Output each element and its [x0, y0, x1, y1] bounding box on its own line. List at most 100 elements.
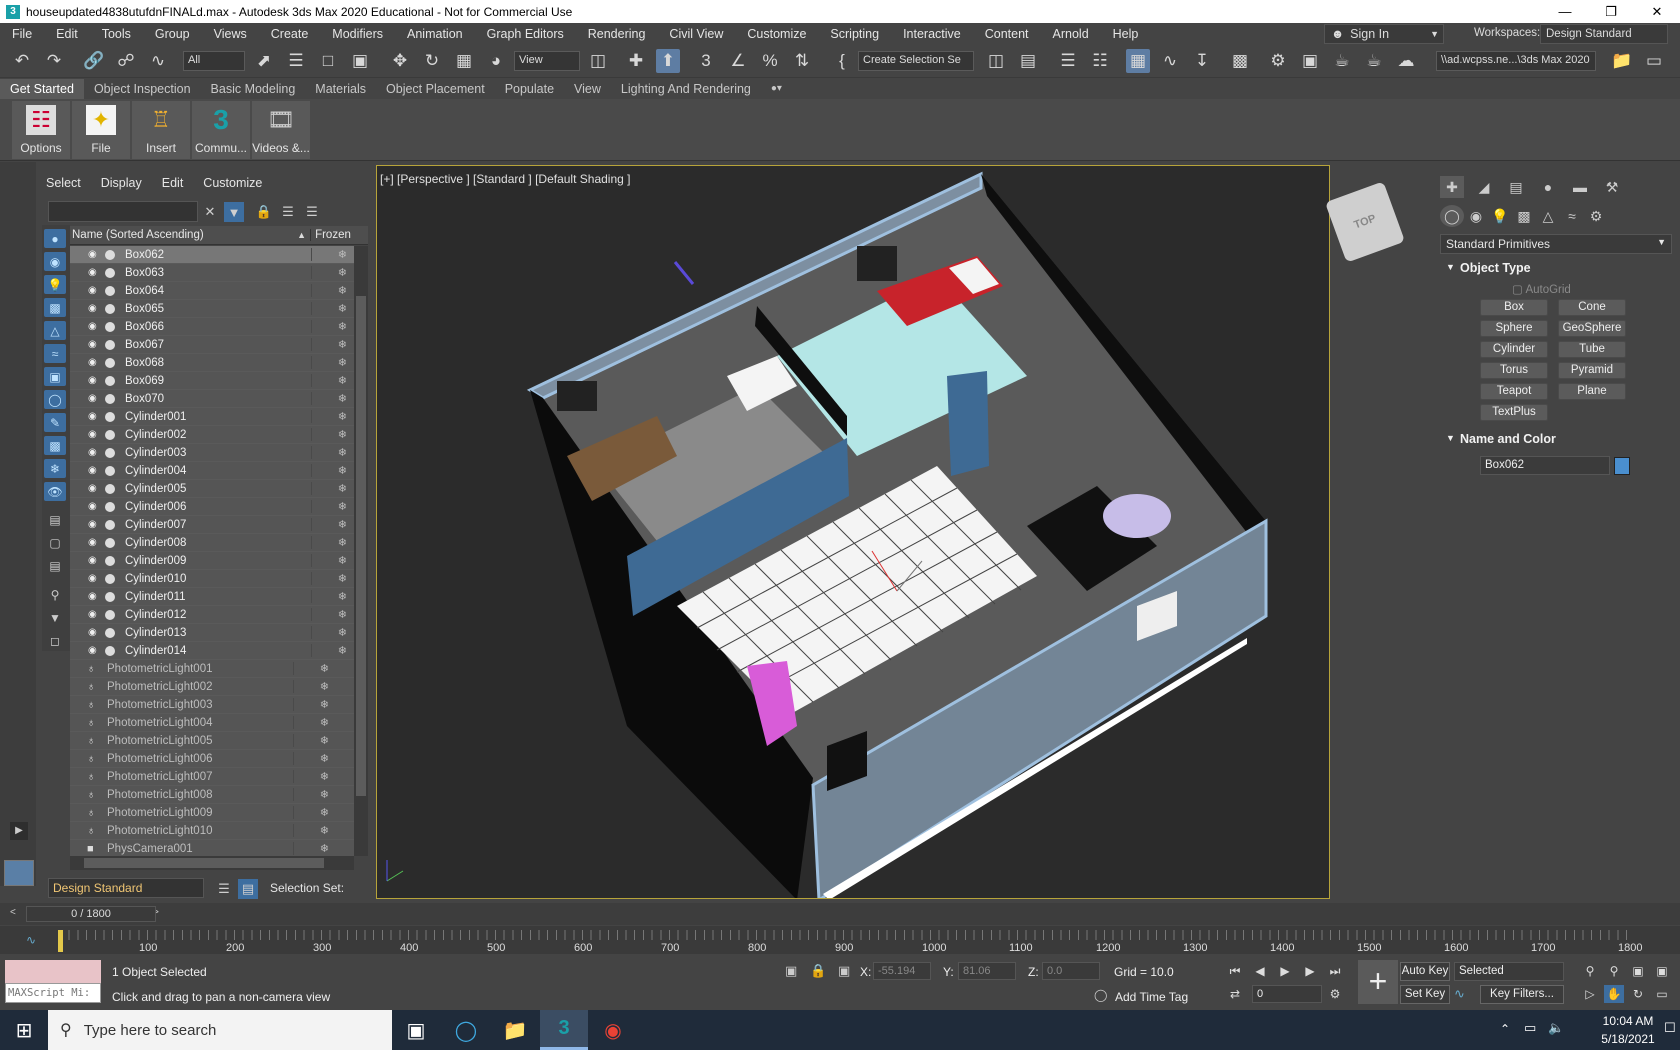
frozen-toggle-icon[interactable]: ❄: [293, 788, 333, 801]
list-item[interactable]: ♁ PhotometricLight006 ❄: [70, 750, 354, 768]
scene-explorer-icon[interactable]: ▤: [238, 879, 258, 899]
taskbar-search-box[interactable]: ⚲ Type here to search: [48, 1010, 392, 1050]
visibility-eye-icon[interactable]: ◉: [88, 627, 102, 638]
menu-animation[interactable]: Animation: [395, 27, 475, 41]
frozen-toggle-icon[interactable]: ❄: [293, 824, 333, 837]
list-item[interactable]: ◉ Cylinder006 ❄: [70, 498, 354, 516]
list-item[interactable]: ♁ PhotometricLight004 ❄: [70, 714, 354, 732]
list-item[interactable]: ◉ Box067 ❄: [70, 336, 354, 354]
filter-hidden-icon[interactable]: 👁: [44, 482, 66, 501]
viewport-layout-icon[interactable]: [4, 860, 34, 886]
zoom-extents-all-icon[interactable]: ▣: [1652, 962, 1672, 980]
frozen-toggle-icon[interactable]: ❄: [311, 572, 351, 585]
visibility-eye-icon[interactable]: ◉: [88, 249, 102, 260]
frozen-toggle-icon[interactable]: ❄: [311, 608, 351, 621]
list-item[interactable]: ♁ PhotometricLight007 ❄: [70, 768, 354, 786]
list-item[interactable]: ♁ PhotometricLight003 ❄: [70, 696, 354, 714]
frozen-toggle-icon[interactable]: ❄: [311, 482, 351, 495]
undo-icon[interactable]: ↶: [10, 49, 34, 73]
x-coordinate-field[interactable]: -55.194: [873, 962, 931, 980]
task-view-icon[interactable]: ▣: [392, 1010, 440, 1050]
spacewarps-category-icon[interactable]: ≈: [1560, 205, 1584, 227]
explorer-menu-customize[interactable]: Customize: [203, 176, 262, 190]
maximize-toggle-icon[interactable]: ▭: [1652, 985, 1672, 1003]
tray-overflow-icon[interactable]: ⌃: [1500, 1022, 1510, 1036]
frozen-toggle-icon[interactable]: ❄: [311, 446, 351, 459]
menu-modifiers[interactable]: Modifiers: [320, 27, 395, 41]
bind-space-warp-icon[interactable]: ∿: [146, 49, 170, 73]
visibility-eye-icon[interactable]: ◉: [88, 609, 102, 620]
autogrid-checkbox[interactable]: ▢ AutoGrid: [1512, 282, 1571, 296]
frozen-toggle-icon[interactable]: ❄: [293, 662, 333, 675]
scrollbar-thumb[interactable]: [356, 296, 366, 796]
funnel-icon[interactable]: ▼: [44, 608, 66, 627]
list-item[interactable]: ◉ Cylinder010 ❄: [70, 570, 354, 588]
perspective-viewport[interactable]: [376, 165, 1330, 899]
object-name-field[interactable]: Box062: [1480, 456, 1610, 475]
sign-in-button[interactable]: ☻ Sign In ▼: [1324, 24, 1444, 44]
filter-bones-icon[interactable]: ✎: [44, 413, 66, 432]
book-icon[interactable]: ◻: [44, 631, 66, 650]
list-item[interactable]: ♁ PhotometricLight005 ❄: [70, 732, 354, 750]
schematic-view-icon[interactable]: ▩: [1228, 49, 1252, 73]
list-item[interactable]: ◉ Cylinder011 ❄: [70, 588, 354, 606]
set-keys-big-icon[interactable]: +: [1358, 960, 1398, 1004]
toggle-layer-explorer-icon[interactable]: ☷: [1088, 49, 1112, 73]
next-frame-icon[interactable]: ▶: [1300, 962, 1320, 980]
y-coordinate-field[interactable]: 81.06: [958, 962, 1016, 980]
scrollbar-thumb[interactable]: [84, 858, 324, 868]
snaps-toggle-icon[interactable]: 3: [694, 49, 718, 73]
time-slider[interactable]: < >: [0, 903, 1680, 925]
menu-graph-editors[interactable]: Graph Editors: [475, 27, 576, 41]
play-icon[interactable]: ▶: [1275, 962, 1295, 980]
time-marker[interactable]: [58, 930, 63, 952]
tube-button[interactable]: Tube: [1558, 341, 1626, 358]
list-item[interactable]: ♁ PhotometricLight002 ❄: [70, 678, 354, 696]
list-item[interactable]: ♁ PhotometricLight008 ❄: [70, 786, 354, 804]
lights-category-icon[interactable]: 💡: [1488, 205, 1512, 227]
menu-create[interactable]: Create: [259, 27, 321, 41]
cone-button[interactable]: Cone: [1558, 299, 1626, 316]
list-item[interactable]: ◉ Cylinder004 ❄: [70, 462, 354, 480]
percent-snap-icon[interactable]: %: [758, 49, 782, 73]
pivot-center-icon[interactable]: ◫: [586, 49, 610, 73]
tab-object-inspection[interactable]: Object Inspection: [84, 79, 201, 99]
frozen-toggle-icon[interactable]: ❄: [311, 428, 351, 441]
mini-curve-editor-icon[interactable]: ∿: [26, 933, 36, 947]
windows-start-icon[interactable]: ⊞: [0, 1010, 48, 1050]
filter-frozen-icon[interactable]: ❄: [44, 459, 66, 478]
list-item[interactable]: ◉ Box063 ❄: [70, 264, 354, 282]
list-horizontal-scrollbar[interactable]: [70, 856, 354, 870]
visibility-eye-icon[interactable]: ◉: [88, 447, 102, 458]
key-set-dropdown[interactable]: Selected: [1454, 962, 1564, 981]
layer-sort-icon[interactable]: ☰: [302, 202, 322, 222]
tab-object-placement[interactable]: Object Placement: [376, 79, 495, 99]
plane-button[interactable]: Plane: [1558, 383, 1626, 400]
list-item[interactable]: ♁ PhotometricLight001 ❄: [70, 660, 354, 678]
visibility-eye-icon[interactable]: ◉: [88, 645, 102, 656]
link-icon[interactable]: 🔗: [82, 49, 106, 73]
notifications-icon[interactable]: ☐: [1664, 1020, 1676, 1036]
unlink-icon[interactable]: ☍: [114, 49, 138, 73]
taskbar-clock[interactable]: 10:04 AM 5/18/2021: [1596, 1012, 1660, 1048]
visibility-eye-icon[interactable]: ◉: [88, 393, 102, 404]
frozen-toggle-icon[interactable]: ❄: [311, 266, 351, 279]
list-item[interactable]: ◉ Cylinder012 ❄: [70, 606, 354, 624]
visibility-eye-icon[interactable]: ◉: [88, 465, 102, 476]
teapot-button[interactable]: Teapot: [1480, 383, 1548, 400]
toggle-ribbon-icon[interactable]: ▦: [1126, 49, 1150, 73]
torus-button[interactable]: Torus: [1480, 362, 1548, 379]
lock-icon[interactable]: 🔒: [254, 202, 274, 222]
hierarchy-icon[interactable]: ☰: [278, 202, 298, 222]
angle-snap-icon[interactable]: ∠: [726, 49, 750, 73]
list-item[interactable]: ♁ PhotometricLight009 ❄: [70, 804, 354, 822]
set-key-button[interactable]: Set Key: [1400, 985, 1450, 1004]
menu-civil-view[interactable]: Civil View: [657, 27, 735, 41]
filter-groups-icon[interactable]: ▣: [44, 367, 66, 386]
curve-editor-icon[interactable]: ∿: [1158, 49, 1182, 73]
goto-end-icon[interactable]: ⏭: [1325, 962, 1345, 980]
frozen-toggle-icon[interactable]: ❄: [293, 770, 333, 783]
render-setup-icon[interactable]: ⚙: [1266, 49, 1290, 73]
filter-geometry-icon[interactable]: ●: [44, 229, 66, 248]
frozen-toggle-icon[interactable]: ❄: [311, 410, 351, 423]
